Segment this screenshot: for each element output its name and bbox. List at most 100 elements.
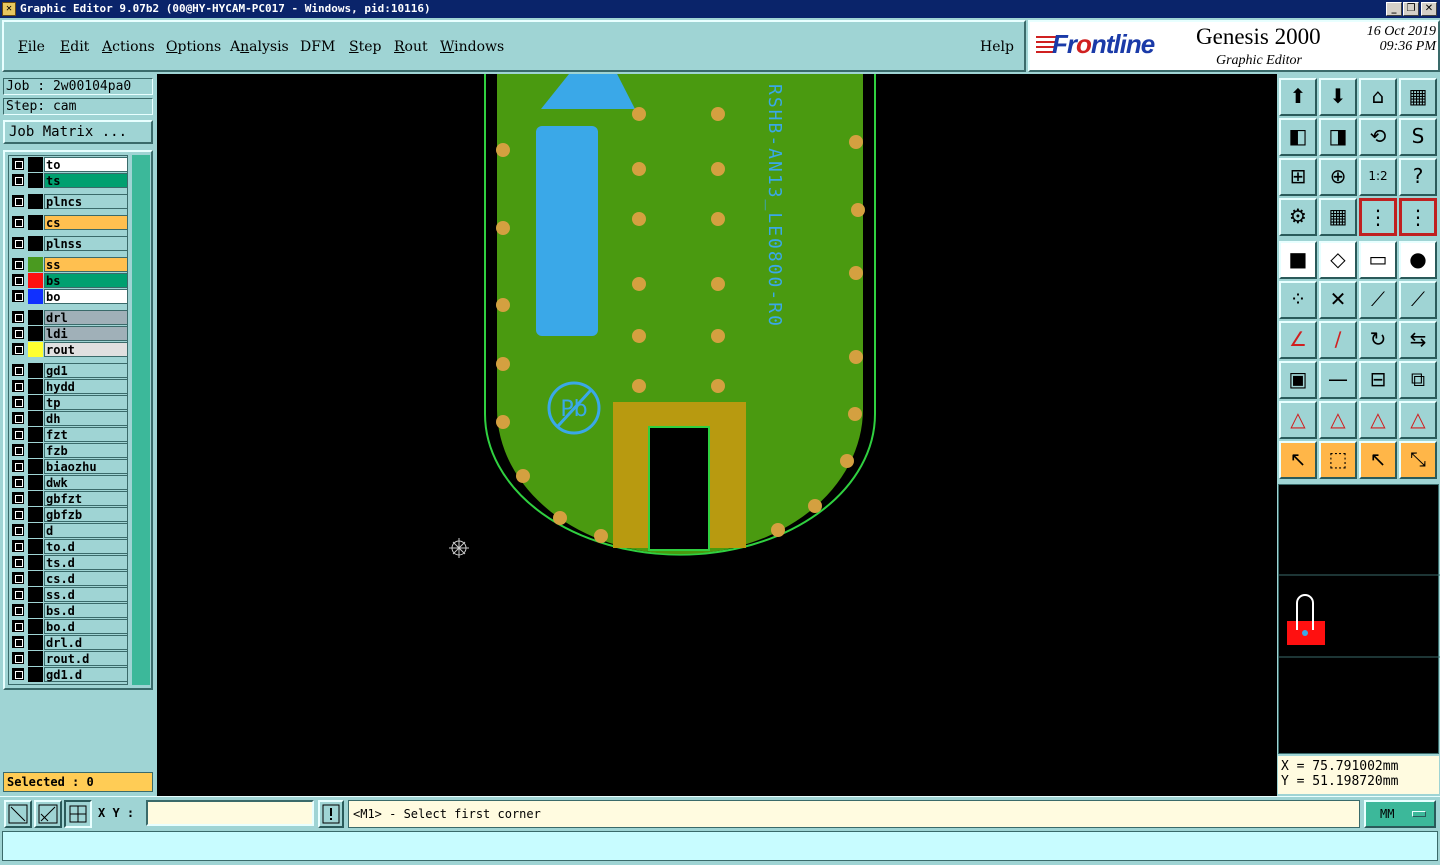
group-button[interactable]: ⧉ bbox=[1399, 361, 1437, 399]
layer-checkbox[interactable] bbox=[12, 492, 24, 504]
layer-color-swatch[interactable] bbox=[28, 194, 43, 209]
menu-file[interactable]: File bbox=[18, 39, 45, 55]
layer-checkbox[interactable] bbox=[12, 216, 24, 228]
layer-row[interactable]: bs bbox=[10, 273, 128, 288]
layer-name[interactable]: cs bbox=[44, 215, 128, 230]
layer-row[interactable]: bs.d bbox=[10, 603, 128, 618]
circle-select-button[interactable]: ● bbox=[1399, 241, 1437, 279]
layer-checkbox[interactable] bbox=[12, 327, 24, 339]
layer-color-swatch[interactable] bbox=[28, 342, 43, 357]
move-node-button[interactable]: ⟋ bbox=[1399, 281, 1437, 319]
menu-edit[interactable]: Edit bbox=[60, 39, 89, 55]
line-node-button[interactable]: ⟋ bbox=[1359, 281, 1397, 319]
layer-color-swatch[interactable] bbox=[28, 157, 43, 172]
line-button[interactable]: ∕ bbox=[1319, 321, 1357, 359]
measure-button[interactable] bbox=[34, 800, 62, 828]
flip-button[interactable]: ⇆ bbox=[1399, 321, 1437, 359]
layer-row[interactable]: gd1 bbox=[10, 363, 128, 378]
undo-zoom-button[interactable]: ⟲ bbox=[1359, 118, 1397, 156]
layer-row[interactable]: gd1.d bbox=[10, 667, 128, 682]
grid-snap-button[interactable] bbox=[64, 800, 92, 828]
view-down-button[interactable]: ⬇ bbox=[1319, 78, 1357, 116]
layer-name[interactable]: fzb bbox=[44, 443, 128, 458]
layer-name[interactable]: bo.d bbox=[44, 619, 128, 634]
layer-name[interactable]: gbfzt bbox=[44, 491, 128, 506]
layer-name[interactable]: cs.d bbox=[44, 571, 128, 586]
layer-row[interactable]: ldi bbox=[10, 326, 128, 341]
layer-name[interactable]: rout.d bbox=[44, 651, 128, 666]
layer-name[interactable]: to.d bbox=[44, 539, 128, 554]
pan-right-button[interactable]: ◨ bbox=[1319, 118, 1357, 156]
layer-checkbox[interactable] bbox=[12, 572, 24, 584]
layer-name[interactable]: bo bbox=[44, 289, 128, 304]
netlist-edit-button[interactable]: ⋮ bbox=[1399, 198, 1437, 236]
layer-name[interactable]: ts bbox=[44, 173, 128, 188]
layer-color-swatch[interactable] bbox=[28, 571, 43, 586]
graphic-canvas[interactable]: Pb RSHB-AN13_LE0800-R0 bbox=[157, 74, 1277, 796]
layer-checkbox[interactable] bbox=[12, 364, 24, 376]
nodes-button[interactable]: ⁘ bbox=[1279, 281, 1317, 319]
minimize-button[interactable]: _ bbox=[1386, 2, 1402, 16]
one-to-one-button[interactable]: 1:2 bbox=[1359, 158, 1397, 196]
menu-actions[interactable]: Actions bbox=[102, 39, 155, 55]
overview-map[interactable] bbox=[1278, 484, 1440, 754]
layer-color-swatch[interactable] bbox=[28, 215, 43, 230]
layer-color-swatch[interactable] bbox=[28, 379, 43, 394]
layer-name[interactable]: gbfzb bbox=[44, 507, 128, 522]
layer-color-swatch[interactable] bbox=[28, 619, 43, 634]
select-box-button[interactable]: ↖ bbox=[1359, 441, 1397, 479]
shape-button[interactable]: ◇ bbox=[1319, 241, 1357, 279]
layer-checkbox[interactable] bbox=[12, 540, 24, 552]
layer-name[interactable]: bs bbox=[44, 273, 128, 288]
layer-checkbox[interactable] bbox=[12, 428, 24, 440]
layer-row[interactable]: gbfzb bbox=[10, 507, 128, 522]
layer-color-swatch[interactable] bbox=[28, 443, 43, 458]
triangle-a-button[interactable]: △ bbox=[1279, 401, 1317, 439]
layer-name[interactable]: biaozhu bbox=[44, 459, 128, 474]
layer-name[interactable]: d bbox=[44, 523, 128, 538]
menu-rout[interactable]: Rout bbox=[394, 39, 428, 55]
home-button[interactable]: ⌂ bbox=[1359, 78, 1397, 116]
triangle-d-button[interactable]: △ bbox=[1399, 401, 1437, 439]
layer-row[interactable]: rout.d bbox=[10, 651, 128, 666]
close-button[interactable]: ✕ bbox=[1421, 2, 1437, 16]
layer-list-scrollbar[interactable] bbox=[132, 155, 150, 685]
layer-color-swatch[interactable] bbox=[28, 257, 43, 272]
layer-name[interactable]: bs.d bbox=[44, 603, 128, 618]
layer-name[interactable]: drl.d bbox=[44, 635, 128, 650]
layer-color-swatch[interactable] bbox=[28, 587, 43, 602]
layer-name[interactable]: ldi bbox=[44, 326, 128, 341]
pad-button[interactable]: ▣ bbox=[1279, 361, 1317, 399]
layer-checkbox[interactable] bbox=[12, 588, 24, 600]
layer-name[interactable]: dwk bbox=[44, 475, 128, 490]
layer-row[interactable]: bo.d bbox=[10, 619, 128, 634]
grid-button[interactable]: ▦ bbox=[1319, 198, 1357, 236]
layer-name[interactable]: rout bbox=[44, 342, 128, 357]
layer-checkbox[interactable] bbox=[12, 620, 24, 632]
angle-button[interactable]: ∠ bbox=[1279, 321, 1317, 359]
layer-checkbox[interactable] bbox=[12, 524, 24, 536]
layer-row[interactable]: to.d bbox=[10, 539, 128, 554]
help-query-button[interactable]: ? bbox=[1399, 158, 1437, 196]
layer-checkbox[interactable] bbox=[12, 444, 24, 456]
layer-color-swatch[interactable] bbox=[28, 395, 43, 410]
layer-color-swatch[interactable] bbox=[28, 507, 43, 522]
center-button[interactable]: ⊟ bbox=[1359, 361, 1397, 399]
layer-row[interactable]: bo bbox=[10, 289, 128, 304]
layer-color-swatch[interactable] bbox=[28, 555, 43, 570]
layer-color-swatch[interactable] bbox=[28, 289, 43, 304]
layer-checkbox[interactable] bbox=[12, 508, 24, 520]
layer-color-swatch[interactable] bbox=[28, 273, 43, 288]
layer-color-swatch[interactable] bbox=[28, 459, 43, 474]
layer-name[interactable]: fzt bbox=[44, 427, 128, 442]
layer-name[interactable]: ts.d bbox=[44, 555, 128, 570]
layer-checkbox[interactable] bbox=[12, 195, 24, 207]
layer-row[interactable]: fzt bbox=[10, 427, 128, 442]
layer-name[interactable]: dh bbox=[44, 411, 128, 426]
netlist-button[interactable]: ⋮ bbox=[1359, 198, 1397, 236]
xy-input[interactable] bbox=[146, 800, 314, 826]
layer-checkbox[interactable] bbox=[12, 343, 24, 355]
menu-windows[interactable]: Windows bbox=[440, 39, 504, 55]
layer-checkbox[interactable] bbox=[12, 158, 24, 170]
triangle-c-button[interactable]: △ bbox=[1359, 401, 1397, 439]
